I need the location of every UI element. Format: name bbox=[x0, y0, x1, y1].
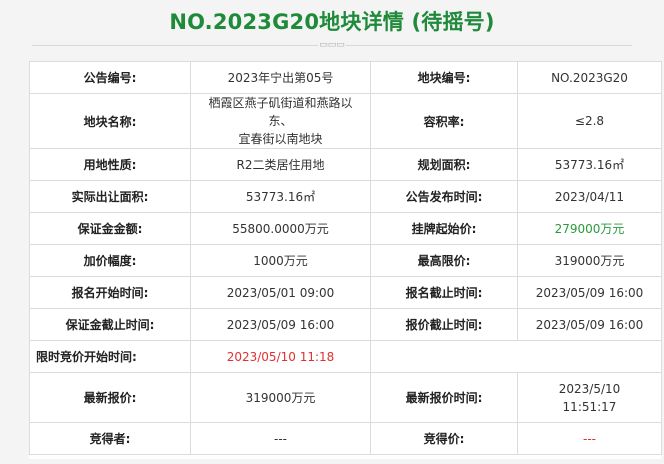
value-increment: 1000万元 bbox=[190, 244, 371, 277]
label-actual-area: 实际出让面积: bbox=[29, 180, 191, 213]
empty-cell bbox=[370, 340, 662, 373]
label-latest-quote: 最新报价: bbox=[29, 372, 191, 423]
label-quote-deadline: 报价截止时间: bbox=[370, 308, 518, 341]
table-row: 加价幅度: 1000万元 最高限价: 319000万元 bbox=[29, 244, 662, 277]
value-actual-area: 53773.16㎡ bbox=[190, 180, 371, 213]
table-row: 报名开始时间: 2023/05/01 09:00 报名截止时间: 2023/05… bbox=[29, 276, 662, 309]
value-start-price: 279000万元 bbox=[517, 212, 662, 245]
label-land-use: 用地性质: bbox=[29, 148, 191, 181]
label-winner: 竞得者: bbox=[29, 422, 191, 455]
land-detail-table: 公告编号: 2023年宁出第05号 地块编号: NO.2023G20 地块名称:… bbox=[29, 61, 662, 455]
page-title: NO.2023G20地块详情 (待摇号) bbox=[169, 10, 495, 34]
table-row: 保证金金额: 55800.0000万元 挂牌起始价: 279000万元 bbox=[29, 212, 662, 245]
table-row: 限时竞价开始时间: 2023/05/10 11:18 bbox=[29, 340, 662, 373]
value-signup-end: 2023/05/09 16:00 bbox=[517, 276, 662, 309]
label-signup-start: 报名开始时间: bbox=[29, 276, 191, 309]
latest-quote-date: 2023/5/10 bbox=[558, 381, 621, 396]
label-parcel-no: 地块编号: bbox=[370, 61, 518, 94]
label-max-price: 最高限价: bbox=[370, 244, 518, 277]
value-quote-deadline: 2023/05/09 16:00 bbox=[517, 308, 662, 341]
table-row: 实际出让面积: 53773.16㎡ 公告发布时间: 2023/04/11 bbox=[29, 180, 662, 213]
value-parcel-no: NO.2023G20 bbox=[517, 61, 662, 94]
value-latest-quote-time: 2023/5/10 11:51:17 bbox=[517, 372, 662, 423]
label-signup-end: 报名截止时间: bbox=[370, 276, 518, 309]
latest-quote-clock: 11:51:17 bbox=[562, 399, 617, 414]
table-row: 最新报价: 319000万元 最新报价时间: 2023/5/10 11:51:1… bbox=[29, 372, 662, 423]
table-row: 竞得者: --- 竞得价: --- bbox=[29, 422, 662, 455]
label-latest-quote-time: 最新报价时间: bbox=[370, 372, 518, 423]
value-deposit-deadline: 2023/05/09 16:00 bbox=[190, 308, 371, 341]
label-start-price: 挂牌起始价: bbox=[370, 212, 518, 245]
value-winner: --- bbox=[190, 422, 371, 455]
value-deposit: 55800.0000万元 bbox=[190, 212, 371, 245]
label-notice-no: 公告编号: bbox=[29, 61, 191, 94]
table-row: 保证金截止时间: 2023/05/09 16:00 报价截止时间: 2023/0… bbox=[29, 308, 662, 341]
label-deposit: 保证金金额: bbox=[29, 212, 191, 245]
label-planned-area: 规划面积: bbox=[370, 148, 518, 181]
label-win-price: 竞得价: bbox=[370, 422, 518, 455]
value-win-price: --- bbox=[517, 422, 662, 455]
value-bid-start-time: 2023/05/10 11:18 bbox=[190, 340, 371, 373]
value-land-use: R2二类居住用地 bbox=[190, 148, 371, 181]
value-signup-start: 2023/05/01 09:00 bbox=[190, 276, 371, 309]
divider-ornament: ▭▭▭ bbox=[318, 38, 346, 52]
label-parcel-name: 地块名称: bbox=[29, 93, 191, 149]
value-latest-quote: 319000万元 bbox=[190, 372, 371, 423]
parcel-name-line2: 宜春街以南地块 bbox=[238, 132, 323, 146]
label-publish-time: 公告发布时间: bbox=[370, 180, 518, 213]
value-plot-ratio: ≤2.8 bbox=[517, 93, 662, 149]
label-bid-start-time: 限时竞价开始时间: bbox=[29, 340, 191, 373]
label-increment: 加价幅度: bbox=[29, 244, 191, 277]
value-notice-no: 2023年宁出第05号 bbox=[190, 61, 371, 94]
value-planned-area: 53773.16㎡ bbox=[517, 148, 662, 181]
table-row: 公告编号: 2023年宁出第05号 地块编号: NO.2023G20 bbox=[29, 61, 662, 94]
table-row: 地块名称: 栖霞区燕子矶街道和燕路以东、 宜春街以南地块 容积率: ≤2.8 bbox=[29, 93, 662, 149]
label-deposit-deadline: 保证金截止时间: bbox=[29, 308, 191, 341]
value-parcel-name: 栖霞区燕子矶街道和燕路以东、 宜春街以南地块 bbox=[190, 93, 371, 149]
parcel-name-line1: 栖霞区燕子矶街道和燕路以东、 bbox=[208, 96, 353, 128]
table-row: 用地性质: R2二类居住用地 规划面积: 53773.16㎡ bbox=[29, 148, 662, 181]
label-plot-ratio: 容积率: bbox=[370, 93, 518, 149]
land-detail-table-wrap: 公告编号: 2023年宁出第05号 地块编号: NO.2023G20 地块名称:… bbox=[29, 61, 662, 459]
value-max-price: 319000万元 bbox=[517, 244, 662, 277]
value-publish-time: 2023/04/11 bbox=[517, 180, 662, 213]
